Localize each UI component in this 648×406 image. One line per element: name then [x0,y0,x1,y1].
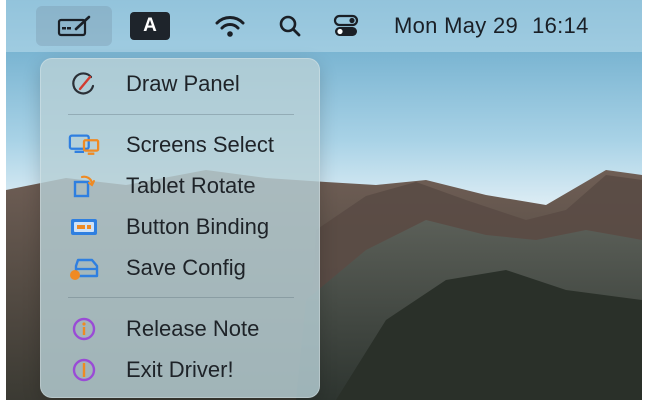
menu-separator [68,297,294,298]
spotlight-search[interactable] [272,0,308,52]
input-source-label: A [130,12,170,40]
wifi-icon [215,16,245,37]
tablet-driver-status-item[interactable] [36,6,112,46]
button-binding-icon [68,211,100,243]
rotate-icon [68,170,100,202]
draw-panel-icon [68,68,100,100]
clock-time: 16:14 [532,13,589,38]
desktop: A Mon May 29 16:14 Draw Panel Screens Se… [6,0,642,400]
menu-item-button-binding[interactable]: Button Binding [40,207,320,247]
menu-item-release-note[interactable]: Release Note [40,309,320,349]
tablet-icon [57,15,91,37]
menu-item-tablet-rotate[interactable]: Tablet Rotate [40,166,320,206]
menu-bar: A Mon May 29 16:14 [6,0,642,52]
info-icon [68,313,100,345]
menu-item-label: Draw Panel [126,71,240,96]
menu-item-label: Tablet Rotate [126,173,256,198]
menu-item-draw-panel[interactable]: Draw Panel [40,64,320,104]
control-center-icon [333,14,359,36]
menu-separator [68,114,294,115]
menu-item-exit-driver[interactable]: Exit Driver! [40,350,320,390]
screens-icon [68,129,100,161]
menu-bar-clock[interactable]: Mon May 29 16:14 [394,0,634,52]
clock-date: Mon May 29 [394,13,519,38]
menu-item-label: Button Binding [126,214,270,239]
save-icon [68,252,100,284]
control-center[interactable] [326,0,366,52]
menu-item-save-config[interactable]: Save Config [40,248,320,288]
wifi-menu[interactable] [208,0,252,52]
menu-item-screens-select[interactable]: Screens Select [40,125,320,165]
search-icon [279,15,301,37]
menu-item-label: Save Config [126,255,246,280]
menu-item-label: Exit Driver! [126,357,234,382]
tablet-driver-dropdown-menu: Draw Panel Screens Select Tablet Rotate … [40,58,320,398]
input-source-menu[interactable]: A [129,0,171,52]
menu-item-label: Release Note [126,316,260,341]
exit-icon [68,354,100,386]
menu-item-label: Screens Select [126,132,274,157]
